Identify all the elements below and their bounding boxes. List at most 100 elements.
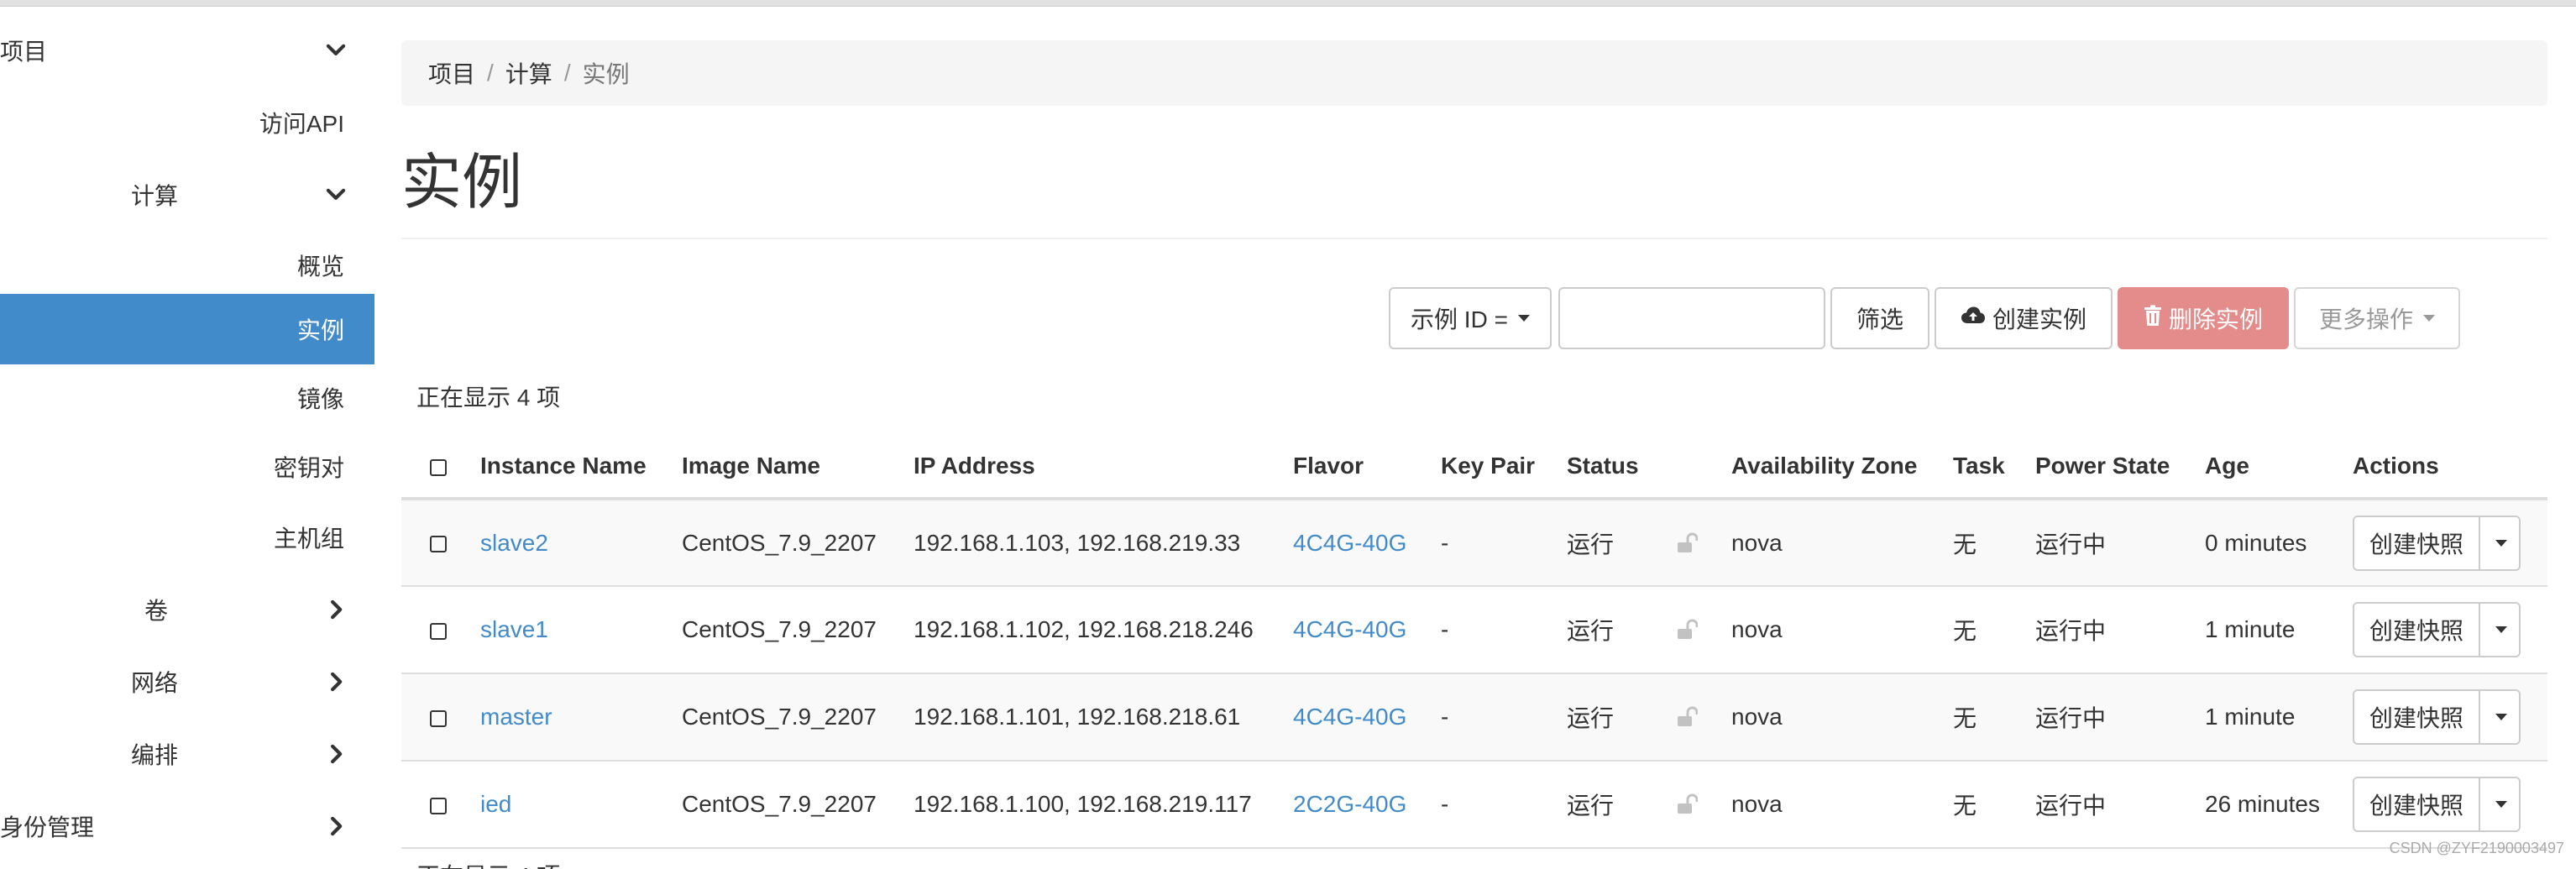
flavor-link[interactable]: 4C4G-40G <box>1286 499 1434 587</box>
more-actions-label: 更多操作 <box>2318 306 2413 332</box>
filter-button[interactable]: 筛选 <box>1830 287 1929 349</box>
sidebar-item-label: 身份管理 <box>0 814 95 840</box>
instance-name-link[interactable]: slave2 <box>474 499 675 587</box>
breadcrumb-item-project[interactable]: 项目 <box>428 56 475 90</box>
caret-down-icon <box>2495 626 2508 633</box>
sidebar: 项目 访问API 计算 概览 实例 镜像 密钥对 主机组 卷 网络 编排 身份管… <box>0 7 374 869</box>
column-header-ip-address[interactable]: IP Address <box>907 435 1286 500</box>
sidebar-item-compute[interactable]: 计算 <box>0 161 374 228</box>
create-snapshot-button[interactable]: 创建快照 <box>2354 604 2481 656</box>
sidebar-item-label: 实例 <box>296 317 344 343</box>
row-checkbox[interactable] <box>430 797 447 814</box>
chevron-right-icon <box>324 814 348 838</box>
instance-name-link[interactable]: ied <box>474 761 675 849</box>
row-actions-dropdown-toggle[interactable] <box>2480 778 2520 830</box>
sidebar-item-label: 镜像 <box>296 386 344 412</box>
sidebar-item-label: 主机组 <box>273 526 344 552</box>
cloud-upload-icon <box>1961 305 1986 332</box>
instance-name-link[interactable]: master <box>474 673 675 762</box>
caret-down-icon <box>2423 315 2435 322</box>
sidebar-item-images[interactable]: 镜像 <box>0 364 374 432</box>
status: 运行 <box>1560 586 1669 674</box>
sidebar-item-identity[interactable]: 身份管理 <box>0 793 374 860</box>
row-actions-dropdown-toggle[interactable] <box>2480 604 2520 656</box>
item-count-footer: 正在显示 4 项 <box>416 858 560 869</box>
instance-name-link[interactable]: slave1 <box>474 586 675 674</box>
delete-instances-button[interactable]: 删除实例 <box>2118 287 2289 349</box>
breadcrumb-item-current: 实例 <box>582 61 630 87</box>
ip-address: 192.168.1.100, 192.168.219.117 <box>907 761 1286 849</box>
sidebar-item-instances[interactable]: 实例 <box>0 294 374 364</box>
sidebar-item-label: 网络 <box>131 670 179 696</box>
sidebar-item-keypairs[interactable]: 密钥对 <box>0 433 374 500</box>
sidebar-item-label: 项目 <box>0 39 48 65</box>
row-checkbox[interactable] <box>430 622 447 640</box>
column-header-image-name[interactable]: Image Name <box>675 435 907 500</box>
create-snapshot-button[interactable]: 创建快照 <box>2354 778 2481 830</box>
filter-input[interactable] <box>1558 287 1825 349</box>
sidebar-item-orchestration[interactable]: 编排 <box>0 720 374 788</box>
instances-table: Instance Name Image Name IP Address Flav… <box>401 435 2547 849</box>
flavor-link[interactable]: 2C2G-40G <box>1286 761 1434 849</box>
ip-address: 192.168.1.102, 192.168.218.246 <box>907 586 1286 674</box>
sidebar-item-network[interactable]: 网络 <box>0 648 374 715</box>
sidebar-item-volumes[interactable]: 卷 <box>0 576 374 643</box>
availability-zone: nova <box>1725 673 1946 762</box>
sidebar-item-label: 概览 <box>296 254 344 280</box>
divider <box>401 238 2547 239</box>
sidebar-item-label: 密钥对 <box>273 455 344 481</box>
watermark: CSDN @ZYF2190003497 <box>2389 840 2564 856</box>
breadcrumb-item-compute[interactable]: 计算 <box>505 56 552 90</box>
flavor-link[interactable]: 4C4G-40G <box>1286 586 1434 674</box>
row-action-group: 创建快照 <box>2353 515 2521 571</box>
task: 无 <box>1946 586 2029 674</box>
column-header-key-pair[interactable]: Key Pair <box>1434 435 1560 500</box>
lock-cell <box>1669 761 1725 849</box>
sidebar-item-label: 计算 <box>131 183 179 209</box>
power-state: 运行中 <box>2029 673 2198 762</box>
age: 26 minutes <box>2198 761 2346 849</box>
column-header-flavor[interactable]: Flavor <box>1286 435 1434 500</box>
row-actions-dropdown-toggle[interactable] <box>2480 691 2520 743</box>
sidebar-item-project[interactable]: 项目 <box>0 17 374 84</box>
column-header-instance-name[interactable]: Instance Name <box>474 435 675 500</box>
table-row: ied CentOS_7.9_2207 192.168.1.100, 192.1… <box>401 761 2547 849</box>
select-all-header <box>401 435 474 500</box>
sidebar-item-server-groups[interactable]: 主机组 <box>0 504 374 571</box>
column-header-task[interactable]: Task <box>1946 435 2029 500</box>
create-instance-button[interactable]: 创建实例 <box>1935 287 2113 349</box>
create-snapshot-button[interactable]: 创建快照 <box>2354 516 2481 569</box>
status: 运行 <box>1560 761 1669 849</box>
chevron-right-icon <box>324 598 348 621</box>
sidebar-item-overview[interactable]: 概览 <box>0 232 374 299</box>
row-select-cell <box>401 499 474 587</box>
row-checkbox[interactable] <box>430 536 447 553</box>
row-action-group: 创建快照 <box>2353 689 2521 745</box>
row-checkbox[interactable] <box>430 709 447 727</box>
more-actions-button[interactable]: 更多操作 <box>2294 287 2460 349</box>
chevron-right-icon <box>324 742 348 766</box>
key-pair: - <box>1434 499 1560 587</box>
create-instance-label: 创建实例 <box>1992 306 2086 332</box>
sidebar-item-label: 访问API <box>259 111 344 137</box>
column-header-age[interactable]: Age <box>2198 435 2346 500</box>
row-select-cell <box>401 761 474 849</box>
row-actions-dropdown-toggle[interactable] <box>2480 516 2520 569</box>
filter-field-select[interactable]: 示例 ID = <box>1389 287 1552 349</box>
ip-address: 192.168.1.101, 192.168.218.61 <box>907 673 1286 762</box>
actions-cell: 创建快照 <box>2346 499 2547 587</box>
column-header-actions: Actions <box>2346 435 2547 500</box>
chevron-down-icon <box>324 183 348 207</box>
table-row: master CentOS_7.9_2207 192.168.1.101, 19… <box>401 673 2547 762</box>
image-name: CentOS_7.9_2207 <box>675 586 907 674</box>
sidebar-item-access-api[interactable]: 访问API <box>0 89 374 156</box>
column-header-availability-zone[interactable]: Availability Zone <box>1725 435 1946 500</box>
flavor-link[interactable]: 4C4G-40G <box>1286 673 1434 762</box>
column-header-power-state[interactable]: Power State <box>2029 435 2198 500</box>
column-header-status[interactable]: Status <box>1560 435 1669 500</box>
create-snapshot-button[interactable]: 创建快照 <box>2354 691 2481 743</box>
row-action-group: 创建快照 <box>2353 777 2521 832</box>
key-pair: - <box>1434 673 1560 762</box>
select-all-checkbox[interactable] <box>430 458 447 476</box>
key-pair: - <box>1434 586 1560 674</box>
